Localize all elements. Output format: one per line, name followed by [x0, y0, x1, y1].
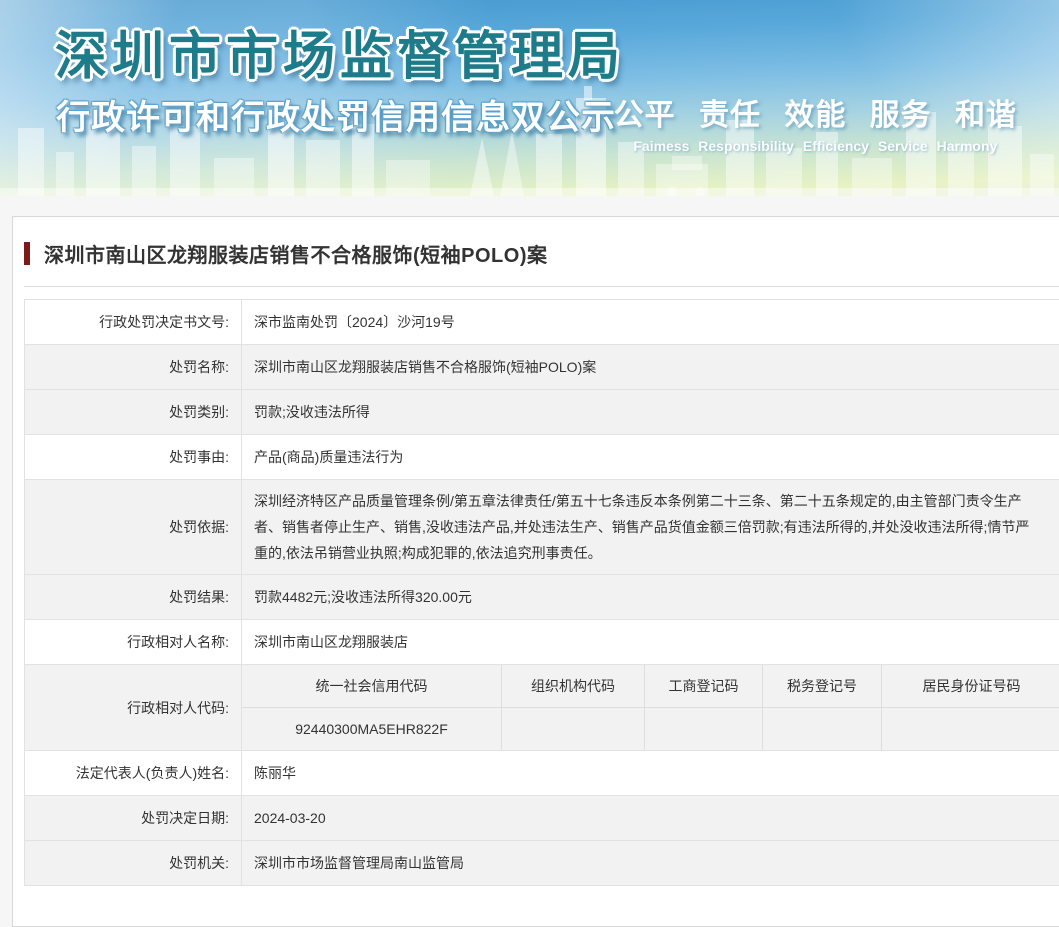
codes-header-cell: 组织机构代码: [502, 665, 645, 707]
codes-header-row: 统一社会信用代码 组织机构代码 工商登记码 税务登记号 居民身份证号码: [242, 665, 1059, 708]
table-row-decision-date: 处罚决定日期: 2024-03-20: [25, 796, 1059, 841]
table-row-penalty-type: 处罚类别: 罚款;没收违法所得: [25, 390, 1059, 435]
slogan-block: 公平 责任 效能 服务 和谐 Faimess Responsibility Ef…: [614, 90, 1017, 154]
table-row-authority: 处罚机关: 深圳市市场监督管理局南山监管局: [25, 841, 1059, 886]
title-accent-bar: [24, 242, 30, 265]
table-row-penalty-reason: 处罚事由: 产品(商品)质量违法行为: [25, 435, 1059, 480]
row-value: 深圳市市场监督管理局南山监管局: [242, 841, 1059, 885]
codes-value-cell: [882, 708, 1059, 750]
codes-value-cell: 92440300MA5EHR822F: [242, 708, 502, 750]
row-label: 处罚结果:: [25, 575, 242, 619]
codes-value-cell: [502, 708, 645, 750]
row-value: 深圳市南山区龙翔服装店: [242, 620, 1059, 664]
row-label: 行政处罚决定书文号:: [25, 300, 242, 344]
row-label: 行政相对人名称:: [25, 620, 242, 664]
penalty-info-table: 行政处罚决定书文号: 深市监南处罚〔2024〕沙河19号 处罚名称: 深圳市南山…: [24, 299, 1059, 886]
row-value: 产品(商品)质量违法行为: [242, 435, 1059, 479]
row-label: 行政相对人代码:: [25, 665, 242, 750]
title-divider: [24, 286, 1059, 287]
row-label: 处罚名称:: [25, 345, 242, 389]
row-value: 罚款4482元;没收违法所得320.00元: [242, 575, 1059, 619]
table-row-party-name: 行政相对人名称: 深圳市南山区龙翔服装店: [25, 620, 1059, 665]
codes-header-cell: 居民身份证号码: [882, 665, 1059, 707]
codes-header-cell: 税务登记号: [763, 665, 882, 707]
codes-header-cell: 统一社会信用代码: [242, 665, 502, 707]
table-row-legal-rep: 法定代表人(负责人)姓名: 陈丽华: [25, 751, 1059, 796]
table-row-penalty-result: 处罚结果: 罚款4482元;没收违法所得320.00元: [25, 575, 1059, 620]
banner-subtitle: 行政许可和行政处罚信用信息双公示: [56, 90, 616, 139]
party-codes-table: 统一社会信用代码 组织机构代码 工商登记码 税务登记号 居民身份证号码 9244…: [242, 665, 1059, 750]
org-title: 深圳市市场监督管理局: [55, 14, 625, 89]
codes-value-cell: [763, 708, 882, 750]
row-label: 处罚机关:: [25, 841, 242, 885]
codes-header-cell: 工商登记码: [645, 665, 763, 707]
table-row-penalty-basis: 处罚依据: 深圳经济特区产品质量管理条例/第五章法律责任/第五十七条违反本条例第…: [25, 480, 1059, 575]
row-value: 2024-03-20: [242, 796, 1059, 840]
row-label: 处罚事由:: [25, 435, 242, 479]
row-value: 罚款;没收违法所得: [242, 390, 1059, 434]
slogan-chinese: 公平 责任 效能 服务 和谐: [614, 90, 1017, 134]
row-value: 陈丽华: [242, 751, 1059, 795]
slogan-english: Faimess Responsibility Efficiency Servic…: [614, 138, 1017, 154]
row-value: 深圳经济特区产品质量管理条例/第五章法律责任/第五十七条违反本条例第二十三条、第…: [242, 480, 1059, 574]
content-card: 深圳市南山区龙翔服装店销售不合格服饰(短袖POLO)案 行政处罚决定书文号: 深…: [12, 216, 1059, 927]
row-label: 法定代表人(负责人)姓名:: [25, 751, 242, 795]
case-title-row: 深圳市南山区龙翔服装店销售不合格服饰(短袖POLO)案: [24, 239, 1059, 268]
header-banner: 深圳市市场监督管理局 行政许可和行政处罚信用信息双公示 公平 责任 效能 服务 …: [0, 0, 1059, 196]
codes-value-cell: [645, 708, 763, 750]
row-value: 深圳市南山区龙翔服装店销售不合格服饰(短袖POLO)案: [242, 345, 1059, 389]
table-row-penalty-name: 处罚名称: 深圳市南山区龙翔服装店销售不合格服饰(短袖POLO)案: [25, 345, 1059, 390]
case-title: 深圳市南山区龙翔服装店销售不合格服饰(短袖POLO)案: [44, 239, 548, 268]
row-value: 深市监南处罚〔2024〕沙河19号: [242, 300, 1059, 344]
row-label: 处罚类别:: [25, 390, 242, 434]
table-row-doc-no: 行政处罚决定书文号: 深市监南处罚〔2024〕沙河19号: [25, 300, 1059, 345]
codes-value-row: 92440300MA5EHR822F: [242, 708, 1059, 750]
table-row-party-codes: 行政相对人代码: 统一社会信用代码 组织机构代码 工商登记码 税务登记号 居民身…: [25, 665, 1059, 751]
row-label: 处罚依据:: [25, 480, 242, 574]
row-label: 处罚决定日期:: [25, 796, 242, 840]
